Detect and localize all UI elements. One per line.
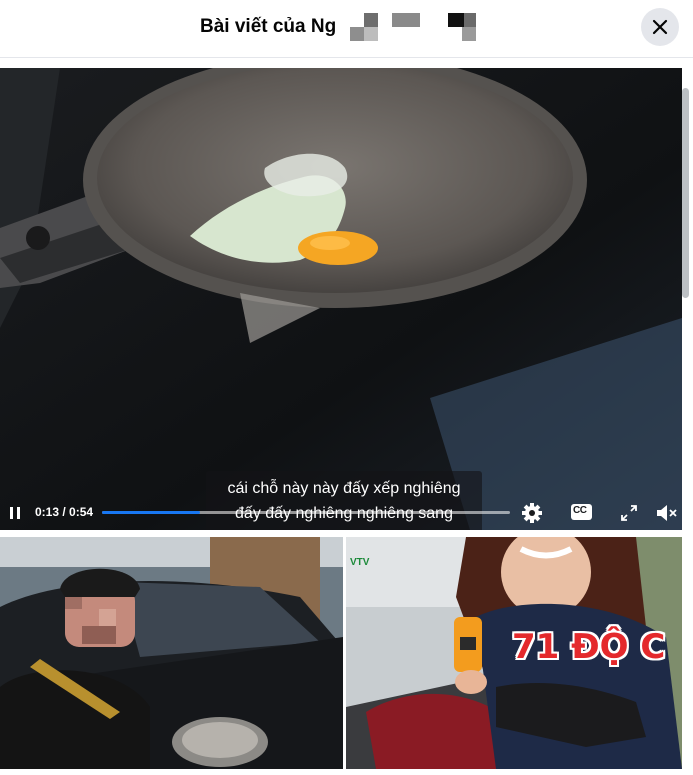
captions-label: CC: [573, 505, 587, 516]
mute-icon: [657, 505, 677, 521]
video-player[interactable]: cái chỗ này này đấy xếp nghiêng đấy đấy …: [0, 68, 682, 530]
car-photo: [0, 537, 343, 769]
fullscreen-icon: [621, 505, 637, 521]
news-reporter-thumbnail[interactable]: 71 ĐỘ C VTV: [346, 537, 682, 769]
tv-logo: VTV: [350, 557, 370, 568]
video-frame: [0, 68, 682, 530]
settings-button[interactable]: [521, 502, 543, 524]
progress-track[interactable]: [102, 511, 510, 514]
redacted-name: [350, 13, 480, 43]
scrollbar[interactable]: [682, 88, 689, 298]
playback-time: 0:13 / 0:54: [35, 505, 94, 519]
pause-icon: [10, 507, 20, 519]
progress-fill: [102, 511, 200, 514]
fullscreen-button[interactable]: [621, 505, 637, 521]
close-button[interactable]: [641, 8, 679, 46]
temperature-overlay: 71 ĐỘ C: [512, 627, 666, 667]
captions-button[interactable]: CC: [571, 504, 592, 520]
pause-button[interactable]: [8, 506, 22, 520]
car-hood-thumbnail[interactable]: [0, 537, 343, 769]
settings-icon: [522, 503, 542, 523]
mute-button[interactable]: [656, 504, 678, 522]
video-controls: 0:13 / 0:54 CC: [0, 497, 682, 530]
close-icon: [652, 19, 668, 35]
post-header: Bài viết của Ng: [0, 0, 693, 58]
post-title: Bài viết của Ng: [200, 16, 337, 37]
